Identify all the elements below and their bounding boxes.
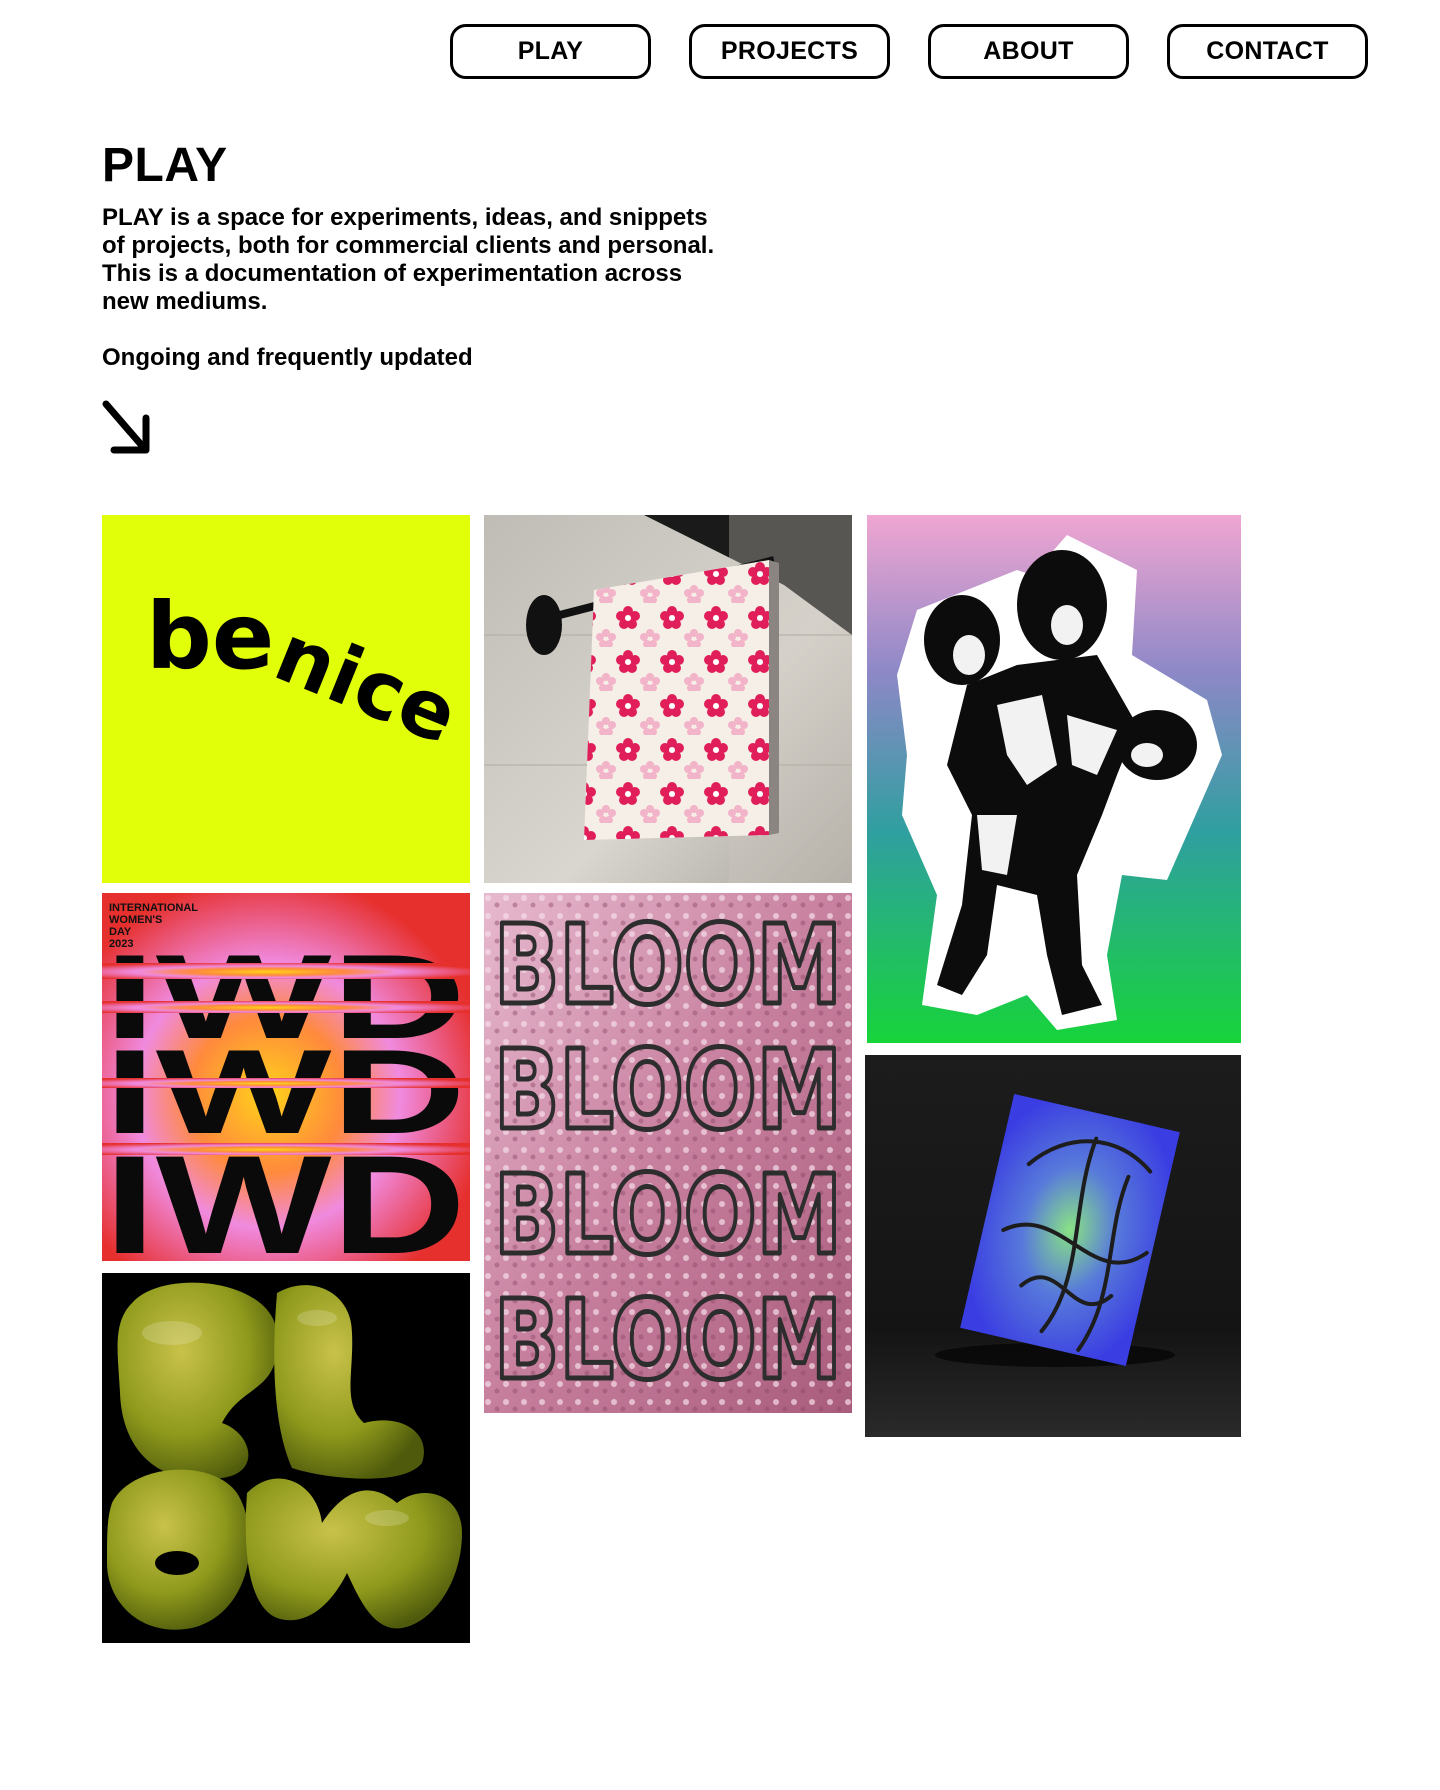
nav-contact-button[interactable]: CONTACT xyxy=(1167,24,1368,79)
nav-play-button[interactable]: PLAY xyxy=(450,24,651,79)
nav-projects-button[interactable]: PROJECTS xyxy=(689,24,890,79)
bloom-artwork: BLOOM BLOOM BLOOM BLOOM xyxy=(484,893,852,1413)
dancers-artwork xyxy=(867,515,1241,1043)
arrow-down-right-icon xyxy=(102,400,150,454)
main-nav: PLAY PROJECTS ABOUT CONTACT xyxy=(450,24,1368,79)
intro-section: PLAY PLAY is a space for experiments, id… xyxy=(102,138,742,372)
bloom-word-row1: BLOOM xyxy=(494,901,842,1029)
nav-about-button[interactable]: ABOUT xyxy=(928,24,1129,79)
intro-note: Ongoing and frequently updated xyxy=(102,344,473,371)
intro-description: PLAY is a space for experiments, ideas, … xyxy=(102,204,715,315)
be-nice-word1: be xyxy=(146,583,274,690)
bloom-word-row2: BLOOM xyxy=(494,1026,842,1154)
gallery-item-be-nice[interactable]: be nice xyxy=(102,515,470,883)
poster-artwork xyxy=(865,1055,1241,1437)
gallery-item-iwd[interactable]: INTERNATIONAL WOMEN'S DAY 2023 IWD IWD I… xyxy=(102,893,470,1261)
bloom-word-row3: BLOOM xyxy=(494,1151,842,1279)
glow-artwork xyxy=(102,1273,470,1643)
gallery-item-poster[interactable] xyxy=(865,1055,1241,1437)
flag-mockup-artwork xyxy=(484,515,852,883)
bloom-word-row4: BLOOM xyxy=(494,1276,842,1404)
iwd-artwork: INTERNATIONAL WOMEN'S DAY 2023 IWD IWD I… xyxy=(102,893,470,1261)
gallery-item-flag[interactable] xyxy=(484,515,852,883)
page-title: PLAY xyxy=(102,139,228,192)
iwd-header-line1: INTERNATIONAL xyxy=(109,902,198,914)
iwd-header-line2: WOMEN'S xyxy=(109,914,162,926)
gallery-item-bloom[interactable]: BLOOM BLOOM BLOOM BLOOM xyxy=(484,893,852,1413)
gallery-item-glow[interactable] xyxy=(102,1273,470,1643)
be-nice-artwork: be nice xyxy=(102,515,470,883)
gallery-item-dancers[interactable] xyxy=(867,515,1241,1043)
